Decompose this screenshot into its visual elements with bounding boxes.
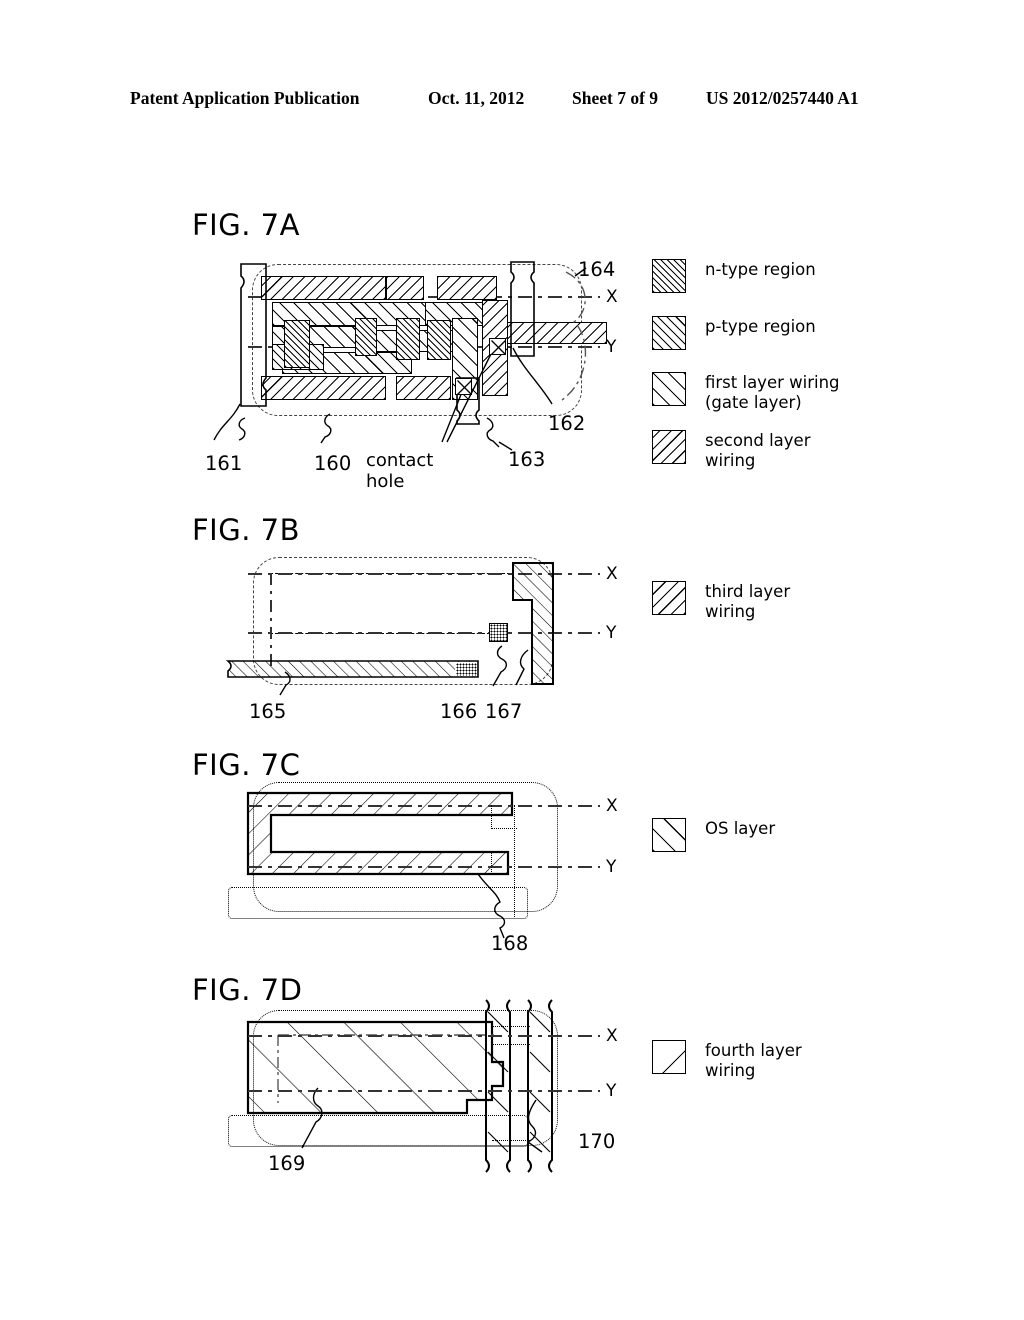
second-layer-wiring-top-band-3 xyxy=(437,276,497,300)
figure-7a-refnum-164: 164 xyxy=(578,258,616,281)
second-layer-wiring-bottom-band xyxy=(261,376,386,400)
figure-7d-dotted-detail-low xyxy=(492,1140,530,1141)
figure-7c-dotted-connector-vertical xyxy=(514,805,515,917)
n-type-region-mid xyxy=(355,318,377,356)
figure-label-7c: FIG. 7C xyxy=(192,748,301,782)
legend-7a-row-n-type: n-type region xyxy=(652,259,816,293)
legend-7a-label-n-type: n-type region xyxy=(705,260,816,279)
n-type-region-left xyxy=(284,320,310,368)
legend-7c-label-os-layer: OS layer xyxy=(705,819,776,838)
figure-7a-refnum-163: 163 xyxy=(508,448,546,471)
legend-7a-row-p-type: p-type region xyxy=(652,316,816,350)
legend-7a-label-second-layer: second layer wiring xyxy=(705,431,811,470)
header-sheet: Sheet 7 of 9 xyxy=(572,88,659,108)
figure-7c-refnum-168: 168 xyxy=(491,932,529,955)
n-type-region-mid-2 xyxy=(396,318,420,360)
figure-7c-axis-label-x: X xyxy=(606,796,618,816)
figure-7d-y-centerline xyxy=(248,1090,600,1092)
figure-7b-y-centerline xyxy=(248,632,600,634)
legend-7a-label-first-layer: first layer wiring (gate layer) xyxy=(705,373,840,412)
figure-label-7b: FIG. 7B xyxy=(192,513,300,547)
contact-hole-marker-upper xyxy=(489,338,506,355)
legend-7d-row-fourth-layer: fourth layer wiring xyxy=(652,1040,802,1080)
p-type-swatch xyxy=(652,316,686,350)
figure-7c-x-centerline xyxy=(248,805,600,807)
figure-7c-dotted-inner-right xyxy=(491,852,492,874)
second-layer-wiring-bottom-band-2 xyxy=(396,376,451,400)
second-layer-wiring-top-band-2 xyxy=(386,276,424,300)
legend-7a-row-second-layer: second layer wiring xyxy=(652,430,811,470)
figure-7b-refnum-167: 167 xyxy=(485,700,523,723)
figure-label-7a: FIG. 7A xyxy=(192,208,300,242)
figure-7a-axis-label-y: Y xyxy=(606,337,617,357)
strip-165-contact-end xyxy=(456,663,477,676)
legend-7c-row-os-layer: OS layer xyxy=(652,818,775,852)
second-layer-wiring-swatch xyxy=(652,430,686,464)
contact-hole-marker-lower xyxy=(455,378,472,395)
figure-7b-refnum-165: 165 xyxy=(249,700,287,723)
figure-7a-refnum-160: 160 xyxy=(314,452,352,475)
figure-7d-x-centerline xyxy=(248,1035,600,1037)
figure-7b-inner-dash-left xyxy=(270,573,272,671)
legend-7b-row-third-layer: third layer wiring xyxy=(652,581,790,621)
figure-7a-refnum-162: 162 xyxy=(548,412,586,435)
figure-7b-enclosure xyxy=(253,557,553,685)
figure-7b-axis-label-x: X xyxy=(606,564,618,584)
figure-7b-axis-label-y: Y xyxy=(606,623,617,643)
figure-7d-axis-label-x: X xyxy=(606,1026,618,1046)
fourth-layer-wiring-swatch xyxy=(652,1040,686,1074)
second-layer-wiring-right-arm xyxy=(497,322,607,344)
figure-7a-refnum-161: 161 xyxy=(205,452,243,475)
n-type-swatch xyxy=(652,259,686,293)
figure-7a-axis-label-x: X xyxy=(606,287,618,307)
figure-7d-dotted-detail-top xyxy=(492,1026,530,1027)
legend-7a-row-first-layer: first layer wiring (gate layer) xyxy=(652,372,840,412)
figure-7c-lower-dotted-outline xyxy=(228,887,528,919)
figure-7c-dotted-inner-left xyxy=(491,805,492,829)
figure-label-7d: FIG. 7D xyxy=(192,973,303,1007)
header-publication: Patent Application Publication xyxy=(130,88,360,108)
figure-7d-dotted-detail-mid xyxy=(492,1044,530,1045)
first-layer-wiring-swatch xyxy=(652,372,686,406)
third-layer-wiring-swatch xyxy=(652,581,686,615)
figure-7b-x-centerline xyxy=(248,573,600,575)
figure-7c-dotted-connector-horizontal xyxy=(491,828,517,829)
page-header: Patent Application Publication Oct. 11, … xyxy=(0,88,1024,112)
figure-7d-axis-label-y: Y xyxy=(606,1081,617,1101)
figure-7d-refnum-169: 169 xyxy=(268,1152,306,1175)
figure-7c-axis-label-y: Y xyxy=(606,857,617,877)
contact-pad-166 xyxy=(489,623,508,642)
header-document-number: US 2012/0257440 A1 xyxy=(706,88,859,108)
n-type-region-mid-3 xyxy=(427,320,451,360)
legend-7d-label-fourth-layer: fourth layer wiring xyxy=(705,1041,802,1080)
figure-7a-contact-hole-annotation: contact hole xyxy=(366,450,434,492)
os-layer-swatch xyxy=(652,818,686,852)
figure-7d-refnum-170: 170 xyxy=(578,1130,616,1153)
header-date: Oct. 11, 2012 xyxy=(428,88,525,108)
legend-7a-label-p-type: p-type region xyxy=(705,317,816,336)
figure-7d-lower-dotted-outline xyxy=(228,1115,528,1147)
figure-7b-refnum-166: 166 xyxy=(440,700,478,723)
legend-7b-label-third-layer: third layer wiring xyxy=(705,582,791,621)
second-layer-wiring-top-band xyxy=(261,276,386,300)
figure-7c-y-centerline xyxy=(248,866,600,868)
